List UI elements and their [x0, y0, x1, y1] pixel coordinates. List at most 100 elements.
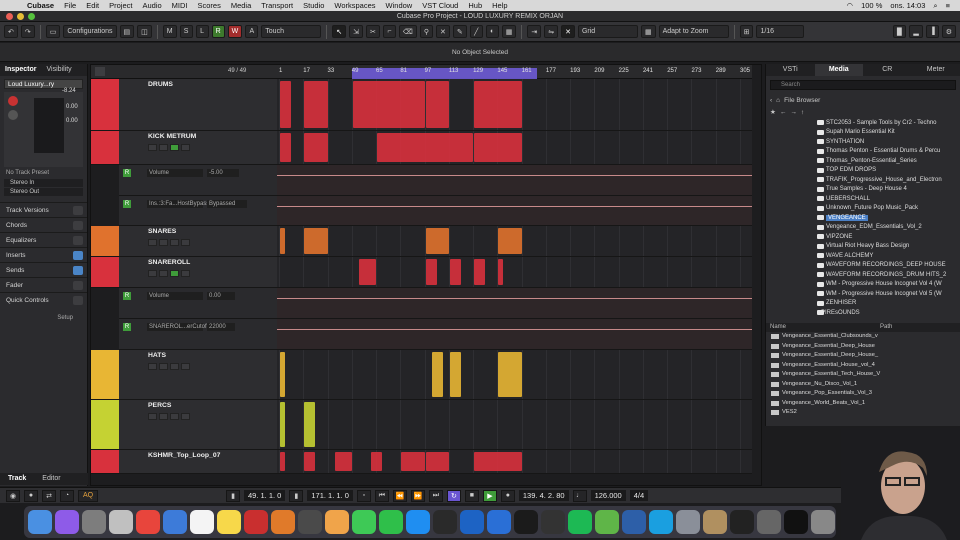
read-button[interactable]	[170, 363, 179, 370]
audio-event[interactable]	[334, 452, 352, 471]
preview-icon[interactable]	[163, 510, 187, 534]
track-name[interactable]: SNARES	[148, 228, 176, 235]
solo-button[interactable]	[159, 363, 168, 370]
facetime-icon[interactable]	[379, 510, 403, 534]
mute-button[interactable]	[148, 270, 157, 277]
audio-event[interactable]	[425, 259, 437, 285]
mute-tool-icon[interactable]: ✕	[435, 25, 450, 38]
clock[interactable]: ons. 14:03	[886, 1, 929, 10]
favorites-icon[interactable]: ★	[770, 108, 776, 116]
terminal-icon[interactable]	[433, 510, 457, 534]
track-name[interactable]: PERCS	[148, 402, 171, 409]
audio-event[interactable]	[449, 259, 461, 285]
record-enable-icon[interactable]	[8, 96, 18, 106]
record-mode-icon[interactable]: ●	[24, 489, 38, 502]
tools-icon[interactable]	[487, 510, 511, 534]
left-locator-display[interactable]: 49. 1. 1. 0	[244, 490, 286, 501]
cycle-icon[interactable]: ↻	[446, 489, 461, 502]
track-drums[interactable]: DRUMS	[91, 79, 277, 131]
launchpad-icon[interactable]	[109, 510, 133, 534]
automation-value[interactable]: Bypassed	[207, 200, 247, 208]
automation-curve[interactable]	[277, 329, 752, 330]
automation-lane[interactable]: R Volume 0.00	[119, 288, 277, 319]
folder-item[interactable]: WM - Progressive House Incognet Vol 5 (W	[766, 289, 960, 299]
folder-item[interactable]: TOP EDM DROPS	[766, 166, 960, 176]
audio-event[interactable]	[304, 81, 328, 128]
cubase-icon[interactable]	[244, 510, 268, 534]
menu-list-icon[interactable]: ≡	[942, 1, 954, 10]
read-button[interactable]: R	[123, 200, 131, 208]
folder-item[interactable]: WAVE ALCHEMY	[766, 251, 960, 261]
add-track-icon[interactable]	[95, 67, 105, 76]
app-menu[interactable]: Cubase	[22, 1, 59, 10]
write-automation-button[interactable]: W	[227, 25, 243, 38]
messages-icon[interactable]	[352, 510, 376, 534]
app-store-icon[interactable]	[406, 510, 430, 534]
mute-button[interactable]	[148, 413, 157, 420]
undo-icon[interactable]: ↶	[4, 25, 18, 38]
tab-visibility[interactable]: Visibility	[42, 64, 77, 76]
tab-inspector[interactable]: Inspector	[0, 64, 42, 76]
folder-item[interactable]: Thomas_Penton-Essential_Series	[766, 156, 960, 166]
stop-icon[interactable]: ■	[464, 489, 479, 502]
spotify-icon[interactable]	[568, 510, 592, 534]
section-equalizers[interactable]: Equalizers	[0, 232, 87, 247]
back-icon[interactable]: ‹	[770, 97, 772, 104]
automation-lane-area[interactable]	[277, 288, 752, 319]
tempo-display[interactable]: 126.000	[590, 490, 626, 501]
automation-value[interactable]: 22000	[207, 323, 235, 331]
automation-panel-button[interactable]: A	[245, 25, 259, 38]
folder-item[interactable]: UEBERSCHALL	[766, 194, 960, 204]
snap-icon[interactable]: ⇋	[544, 25, 559, 38]
mute-button[interactable]	[148, 239, 157, 246]
solo-button[interactable]	[159, 270, 168, 277]
ableton-icon[interactable]	[298, 510, 322, 534]
folder-item[interactable]: VENGEANCE	[766, 213, 960, 223]
audio-event[interactable]	[425, 81, 449, 128]
automation-lane[interactable]: R Ins.:3:Fa...HostBypass Bypassed	[119, 196, 277, 226]
column-name[interactable]: Name	[766, 323, 876, 332]
folder-item[interactable]: ZENHISER	[766, 299, 960, 309]
track-kick-metrum[interactable]: KICK METRUM	[91, 131, 277, 165]
color-tool-icon[interactable]: ▦	[501, 25, 517, 38]
quantize-dropdown[interactable]: 1/16	[756, 25, 805, 38]
mute-button[interactable]	[148, 363, 157, 370]
draw-tool-icon[interactable]: ✎	[452, 25, 467, 38]
folder-item[interactable]: VIPZONE	[766, 232, 960, 242]
automation-param[interactable]: SNAREROL...erCutoff	[147, 323, 208, 331]
column-path[interactable]: Path	[876, 323, 892, 332]
ilok-icon[interactable]	[541, 510, 565, 534]
track-name[interactable]: HATS	[148, 352, 166, 359]
search-icon[interactable]: ⌕	[929, 1, 941, 11]
nudge-icon[interactable]: ⇄	[42, 489, 56, 502]
minimize-window-icon[interactable]	[17, 13, 24, 20]
automation-value[interactable]: 0.00	[207, 292, 235, 300]
split-tool-icon[interactable]: ✂	[366, 25, 380, 38]
calendar-icon[interactable]	[190, 510, 214, 534]
position-display[interactable]: 139. 4. 2. 80	[518, 490, 569, 501]
track-percs[interactable]: PERCS	[91, 400, 277, 450]
trash-icon[interactable]	[811, 510, 835, 534]
event-display[interactable]	[277, 79, 752, 474]
quantize-icon[interactable]: ⊞	[739, 25, 754, 38]
audio-event[interactable]	[358, 259, 377, 285]
audio-event[interactable]	[498, 352, 522, 397]
nav-back-icon[interactable]: ←	[780, 109, 787, 116]
right-zone-icon[interactable]: ▐	[925, 25, 939, 38]
glue-tool-icon[interactable]: ⌐	[382, 25, 396, 38]
snap-to-zero-icon[interactable]: ✕	[561, 25, 575, 38]
folder-item[interactable]: Thomas Penton - Essential Drums & Percu	[766, 147, 960, 157]
folder-item[interactable]: True Samples - Deep House 4	[766, 185, 960, 195]
audio-event[interactable]	[280, 452, 286, 471]
track-name[interactable]: KICK METRUM	[148, 133, 196, 140]
section-sends[interactable]: Sends	[0, 262, 87, 277]
section-track-versions[interactable]: Track Versions	[0, 202, 87, 217]
read-button[interactable]	[170, 239, 179, 246]
media-search-input[interactable]: Search	[770, 80, 956, 90]
menu-scores[interactable]: Scores	[193, 1, 226, 10]
folder-item[interactable]: Supah Mario Essential Kit	[766, 128, 960, 138]
audio-event[interactable]	[498, 259, 504, 285]
waves-icon[interactable]	[460, 510, 484, 534]
battery-status[interactable]: 100 %	[857, 1, 886, 10]
tab-editor[interactable]: Editor	[34, 473, 68, 485]
